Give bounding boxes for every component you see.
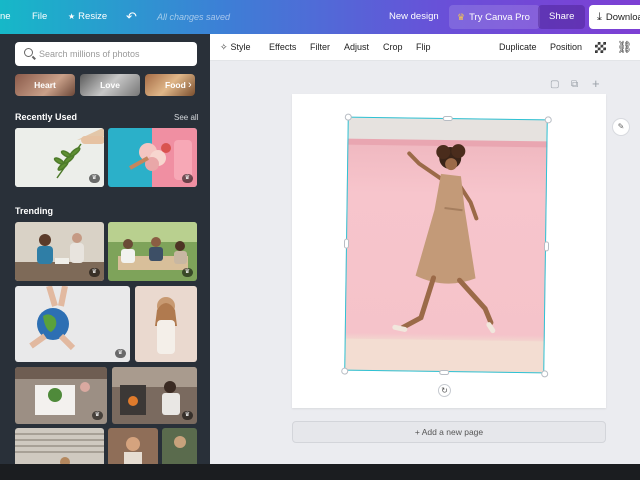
resize-handle-top-right[interactable] [544, 115, 552, 123]
photo-thumb-man[interactable] [108, 428, 158, 464]
resize-handle-bottom-left[interactable] [340, 367, 348, 375]
photo-thumb-misc[interactable] [162, 428, 197, 464]
adjust-button[interactable]: Adjust [344, 34, 369, 61]
try-canva-pro-button[interactable]: ♛ Try Canva Pro [449, 5, 540, 29]
chip-heart[interactable]: Heart [15, 74, 75, 96]
window-photo [15, 428, 104, 464]
selection-border [344, 116, 548, 374]
photo-thumb-stove[interactable]: ♛ [112, 367, 197, 424]
rotate-icon[interactable]: ↻ [437, 383, 452, 398]
man-photo [108, 428, 158, 464]
photo-thumb-flowers[interactable]: ♛ [108, 128, 197, 187]
top-bar: ne File ★ Resize ↶ All changes saved New … [0, 0, 640, 34]
photo-thumb-globe[interactable]: ♛ [15, 286, 130, 362]
star-icon: ★ [68, 12, 76, 21]
transparency-icon[interactable] [595, 42, 606, 53]
file-menu[interactable]: File [32, 0, 47, 34]
comment-icon[interactable]: ✎ [612, 118, 630, 136]
premium-badge: ♛ [114, 349, 126, 358]
note-icon[interactable]: ▢ [550, 79, 559, 90]
premium-badge: ♛ [181, 268, 193, 277]
effects-button[interactable]: Effects [269, 34, 296, 61]
position-button[interactable]: Position [550, 34, 582, 61]
search-box[interactable] [15, 42, 197, 66]
photo-thumb-leaf[interactable]: ♛ [15, 128, 104, 187]
search-input[interactable] [39, 42, 189, 66]
download-icon: ⤓ [597, 11, 602, 23]
photo-thumb-window[interactable] [15, 428, 104, 464]
canvas-area: ▢ ⧉ + ↻ ✎ + Add a new page [210, 61, 640, 464]
style-label: Style [230, 42, 251, 52]
sparkle-icon: ✧ [220, 42, 228, 52]
photo-thumb-woman[interactable] [135, 286, 197, 362]
premium-badge: ♛ [181, 174, 193, 183]
photo-thumb-dinner[interactable]: ♛ [108, 222, 197, 281]
duplicate-button[interactable]: Duplicate [499, 34, 537, 61]
canva-editor: ne File ★ Resize ↶ All changes saved New … [0, 0, 640, 480]
resize-handle-bottom-right[interactable] [540, 369, 548, 377]
link-icon[interactable]: ⛓ [617, 34, 632, 61]
flip-button[interactable]: Flip [416, 34, 431, 61]
resize-handle-bottom[interactable] [439, 369, 450, 375]
resize-handle-right[interactable] [543, 241, 549, 252]
resize-handle-top-left[interactable] [344, 113, 352, 121]
download-label: Download [605, 12, 640, 23]
selected-photo[interactable]: ↻ [340, 113, 552, 398]
home-link[interactable]: ne [0, 0, 11, 34]
woman-photo [135, 286, 197, 362]
resize-label: Resize [78, 11, 108, 22]
copy-page-icon[interactable]: ⧉ [571, 79, 578, 90]
new-design-button[interactable]: New design [389, 0, 439, 34]
globe-photo [15, 286, 130, 362]
misc-photo [162, 428, 197, 464]
chip-love[interactable]: Love [80, 74, 140, 96]
crop-button[interactable]: Crop [383, 34, 403, 61]
search-icon [24, 48, 33, 57]
add-page-button[interactable]: + Add a new page [292, 421, 606, 443]
premium-badge: ♛ [91, 411, 103, 420]
see-all-link[interactable]: See all [174, 113, 198, 122]
crown-icon: ♛ [457, 12, 466, 22]
photo-thumb-kitchen[interactable]: ♛ [15, 222, 104, 281]
trending-title: Trending [15, 206, 53, 216]
bottom-bar [0, 464, 640, 480]
premium-badge: ♛ [88, 268, 100, 277]
chevron-right-icon[interactable]: › [188, 74, 200, 96]
add-page-icon[interactable]: + [592, 76, 600, 91]
resize-button[interactable]: ★ Resize [68, 0, 107, 34]
premium-badge: ♛ [181, 411, 193, 420]
resize-handle-top[interactable] [442, 115, 453, 121]
save-status: All changes saved [157, 12, 231, 22]
resize-handle-left[interactable] [343, 238, 349, 249]
try-pro-label: Try Canva Pro [469, 12, 530, 23]
photo-thumb-plant[interactable]: ♛ [15, 367, 107, 424]
recently-used-title: Recently Used [15, 112, 78, 122]
download-button[interactable]: ⤓Download [589, 5, 640, 29]
premium-badge: ♛ [88, 174, 100, 183]
share-button[interactable]: Share [538, 5, 586, 29]
design-page[interactable]: ↻ [292, 94, 606, 408]
photos-panel: Heart Love Food › Recently Used See all … [0, 34, 210, 464]
undo-icon[interactable]: ↶ [126, 0, 137, 34]
filter-button[interactable]: Filter [310, 34, 330, 61]
image-toolbar: ✧ Style Effects Filter Adjust Crop Flip D… [210, 34, 640, 61]
style-button[interactable]: ✧ Style [220, 34, 251, 61]
